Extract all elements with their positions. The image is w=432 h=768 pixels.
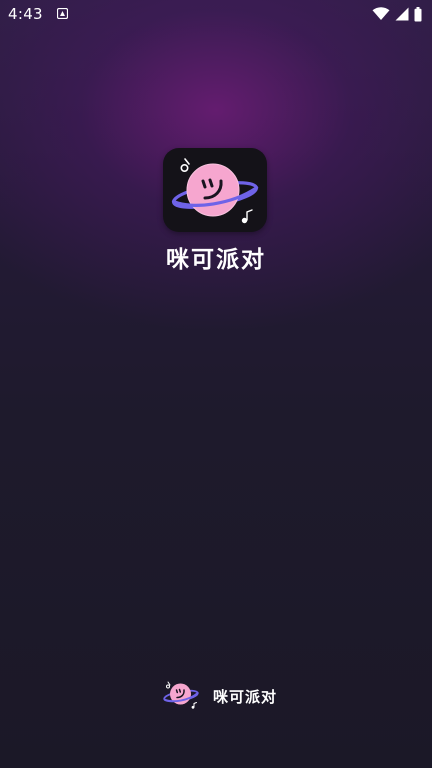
notification-icon xyxy=(57,8,68,19)
footer-brand-name: 咪可派对 xyxy=(213,688,278,706)
wifi-icon xyxy=(372,7,390,20)
status-icons xyxy=(372,6,422,22)
status-bar: 4:43 xyxy=(0,0,432,28)
status-time: 4:43 xyxy=(8,5,43,23)
app-name: 咪可派对 xyxy=(166,247,266,273)
footer-brand: 咪可派对 xyxy=(0,678,432,712)
planet-smile-icon xyxy=(171,158,259,224)
app-icon xyxy=(163,148,267,232)
signal-icon xyxy=(395,7,409,21)
battery-icon xyxy=(414,6,422,21)
planet-smile-icon xyxy=(163,681,199,709)
